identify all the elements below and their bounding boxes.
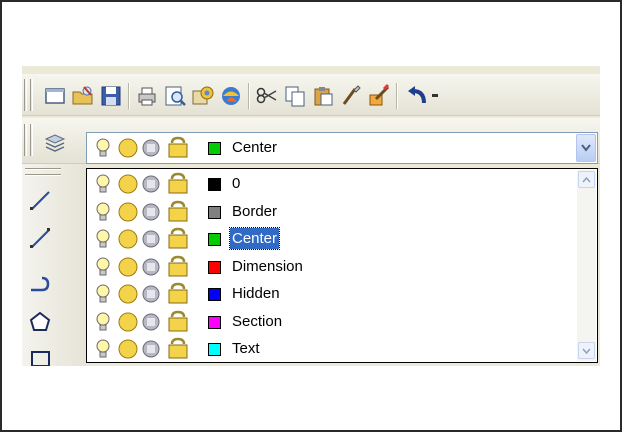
chevron-down-icon bbox=[582, 348, 591, 354]
combobox-dropdown-button[interactable] bbox=[576, 134, 596, 162]
save-icon[interactable] bbox=[98, 83, 124, 109]
polyline-icon[interactable] bbox=[28, 272, 52, 296]
block-editor-icon[interactable] bbox=[366, 83, 392, 109]
layer-color-swatch bbox=[208, 142, 221, 155]
layer-combobox[interactable]: Center bbox=[86, 132, 598, 164]
layer-name: Section bbox=[232, 312, 283, 330]
toolbar-grip[interactable] bbox=[25, 174, 61, 176]
current-layer-name: Center bbox=[232, 139, 278, 156]
layer-color-swatch bbox=[208, 315, 221, 329]
chevron-up-icon bbox=[582, 176, 591, 182]
open-icon[interactable] bbox=[70, 83, 96, 109]
scroll-up-button[interactable] bbox=[578, 171, 595, 188]
layer-name: Border bbox=[232, 202, 278, 220]
layer-list-item[interactable]: Text bbox=[87, 335, 577, 362]
layer-list-item[interactable]: Hidden bbox=[87, 280, 577, 307]
cut-icon[interactable] bbox=[254, 83, 280, 109]
polygon-icon[interactable] bbox=[28, 310, 52, 334]
layer-color-swatch bbox=[208, 260, 221, 274]
chevron-down-icon bbox=[581, 144, 591, 152]
sun-icon bbox=[118, 138, 138, 158]
layer-list-item[interactable]: Section bbox=[87, 308, 577, 335]
layer-list-item[interactable]: Border bbox=[87, 198, 577, 225]
layer-list-item[interactable]: Dimension bbox=[87, 253, 577, 280]
layer-list-item[interactable]: 0 bbox=[87, 170, 577, 197]
layer-color-swatch bbox=[208, 233, 221, 246]
toolbar-separator bbox=[248, 83, 250, 109]
line-icon[interactable] bbox=[28, 188, 52, 212]
plot-icon[interactable] bbox=[134, 83, 160, 109]
layer-color-swatch bbox=[208, 178, 221, 191]
toolbar-separator bbox=[128, 83, 130, 109]
toolbar-grip[interactable] bbox=[30, 124, 33, 156]
modify-toolbar-fragment bbox=[64, 194, 72, 366]
layer-name: Text bbox=[232, 340, 260, 357]
lock-icon bbox=[168, 136, 188, 158]
layer-name: Hidden bbox=[232, 285, 280, 302]
undo-dropdown-arrow[interactable] bbox=[432, 94, 438, 97]
paste-icon[interactable] bbox=[310, 83, 336, 109]
3d-dwf-icon[interactable] bbox=[218, 83, 244, 109]
toolbar-grip[interactable] bbox=[25, 168, 61, 170]
layer-name: 0 bbox=[232, 175, 241, 192]
layer-name: Dimension bbox=[232, 257, 303, 275]
layer-color-swatch bbox=[208, 205, 221, 219]
scrollbar[interactable] bbox=[577, 170, 596, 361]
copy-icon[interactable] bbox=[282, 83, 308, 109]
draw-toolbar bbox=[22, 164, 86, 366]
freeze-viewport-icon bbox=[142, 139, 160, 157]
toolbar-grip[interactable] bbox=[30, 79, 33, 111]
layer-manager-icon[interactable] bbox=[42, 130, 68, 156]
layer-dropdown-list[interactable]: 0 Border Center Dimension Hidden Section… bbox=[86, 168, 598, 363]
match-properties-icon[interactable] bbox=[338, 83, 364, 109]
publish-icon[interactable] bbox=[190, 83, 216, 109]
new-icon[interactable] bbox=[42, 83, 68, 109]
toolbar-grip[interactable] bbox=[24, 124, 27, 156]
toolbar-grip[interactable] bbox=[24, 79, 27, 111]
layer-list-item[interactable]: Center bbox=[87, 225, 577, 252]
toolbar-separator bbox=[396, 83, 398, 109]
layer-color-swatch bbox=[208, 343, 221, 356]
plot-preview-icon[interactable] bbox=[162, 83, 188, 109]
scroll-down-button[interactable] bbox=[578, 342, 595, 359]
rectangle-icon[interactable] bbox=[28, 346, 52, 366]
layer-name: Center bbox=[228, 227, 281, 250]
lightbulb-icon bbox=[96, 138, 110, 157]
undo-icon[interactable] bbox=[404, 83, 430, 109]
construction-line-icon[interactable] bbox=[28, 226, 52, 250]
layer-color-swatch bbox=[208, 288, 221, 301]
current-layer-row: Center bbox=[87, 134, 597, 161]
standard-toolbar bbox=[22, 74, 600, 116]
